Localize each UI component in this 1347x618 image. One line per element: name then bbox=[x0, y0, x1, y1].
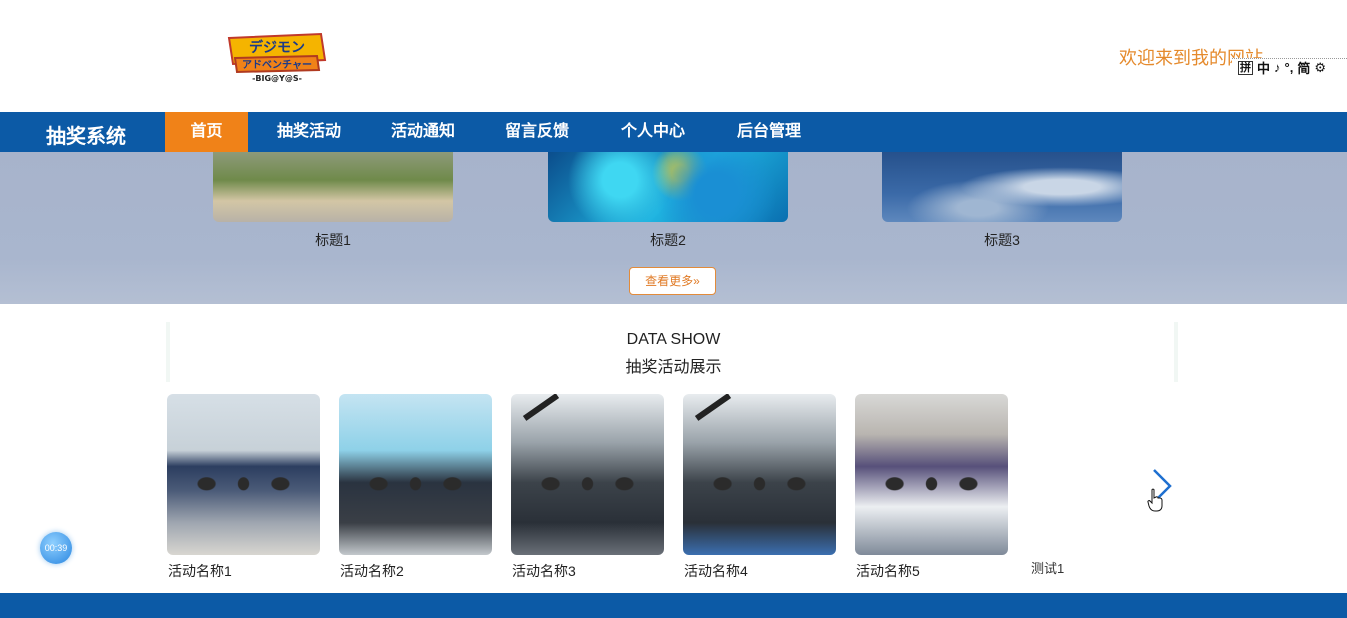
nav-item-admin[interactable]: 后台管理 bbox=[726, 112, 812, 152]
ime-settings-icon[interactable]: ⚙ bbox=[1314, 60, 1326, 76]
site-footer bbox=[0, 593, 1347, 618]
activity-name[interactable]: 活动名称4 bbox=[684, 561, 748, 581]
banner-card-title[interactable]: 标题1 bbox=[213, 230, 453, 250]
activity-name-extra[interactable]: 测试1 bbox=[1031, 558, 1064, 577]
activity-image[interactable] bbox=[855, 394, 1008, 555]
banner-card-image[interactable] bbox=[213, 152, 453, 222]
brand-title[interactable]: 抽奖系统 bbox=[46, 120, 126, 149]
ime-punctuation-icon[interactable]: °, bbox=[1285, 60, 1294, 75]
ime-simplified-icon[interactable]: 简 bbox=[1297, 58, 1310, 77]
site-header: デジモン アドベンチャー -BIG@Y@S- 欢迎来到我的网站 拼 中 ♪ °,… bbox=[0, 0, 1347, 112]
activity-name[interactable]: 活动名称5 bbox=[856, 561, 920, 581]
section-title: DATA SHOW bbox=[626, 331, 721, 348]
activity-name[interactable]: 活动名称3 bbox=[512, 561, 576, 581]
activity-name[interactable]: 活动名称1 bbox=[168, 561, 232, 581]
nav-item-profile[interactable]: 个人中心 bbox=[610, 112, 696, 152]
svg-text:-BIG@Y@S-: -BIG@Y@S- bbox=[252, 74, 302, 83]
svg-text:アドベンチャー: アドベンチャー bbox=[242, 59, 312, 71]
hand-cursor-icon bbox=[1147, 488, 1163, 512]
banner-card-image[interactable] bbox=[548, 152, 788, 222]
banner-card-title[interactable]: 标题3 bbox=[882, 230, 1122, 250]
banner-card-title[interactable]: 标题2 bbox=[548, 230, 788, 250]
main-nav: 抽奖系统 首页 抽奖活动 活动通知 留言反馈 个人中心 后台管理 bbox=[0, 112, 1347, 152]
ime-pinyin-icon[interactable]: 拼 bbox=[1238, 60, 1253, 75]
svg-text:デジモン: デジモン bbox=[249, 39, 305, 56]
banner-card-image[interactable] bbox=[882, 152, 1122, 222]
ime-toolbar[interactable]: 拼 中 ♪ °, 简 ⚙ bbox=[1232, 58, 1347, 76]
view-more-button[interactable]: 查看更多» bbox=[629, 267, 716, 295]
activity-image[interactable] bbox=[339, 394, 492, 555]
ime-moon-icon[interactable]: ♪ bbox=[1274, 60, 1281, 75]
nav-item-feedback[interactable]: 留言反馈 bbox=[494, 112, 580, 152]
activity-image[interactable] bbox=[167, 394, 320, 555]
ime-chinese-icon[interactable]: 中 bbox=[1257, 58, 1270, 77]
activity-name[interactable]: 活动名称2 bbox=[340, 561, 404, 581]
site-logo[interactable]: デジモン アドベンチャー -BIG@Y@S- bbox=[225, 30, 329, 84]
timer-badge[interactable]: 00:39 bbox=[40, 532, 72, 564]
nav-item-lottery[interactable]: 抽奖活动 bbox=[266, 112, 352, 152]
nav-item-notice[interactable]: 活动通知 bbox=[380, 112, 466, 152]
banner-section: 标题1 标题2 标题3 查看更多» bbox=[0, 152, 1347, 304]
activity-image[interactable] bbox=[683, 394, 836, 555]
nav-item-home[interactable]: 首页 bbox=[165, 112, 248, 152]
section-subtitle: 抽奖活动展示 bbox=[625, 359, 722, 376]
activity-image[interactable] bbox=[511, 394, 664, 555]
